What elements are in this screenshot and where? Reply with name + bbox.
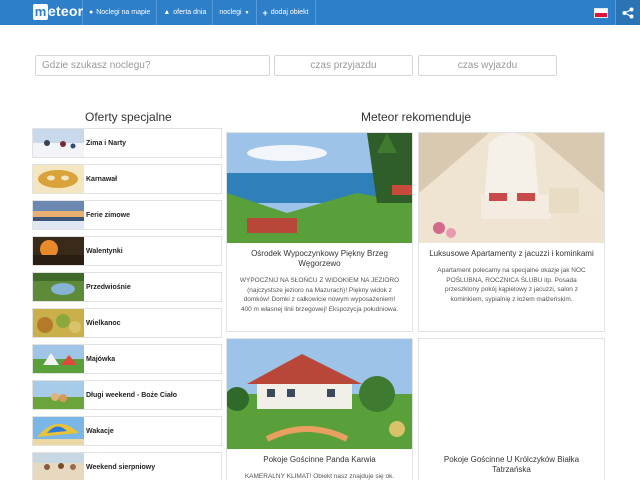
caret-down-icon: ▼: [244, 9, 250, 16]
nav-map-link[interactable]: ● Noclegi na mapie: [82, 0, 156, 25]
may-weekend-thumbnail: [33, 345, 84, 373]
offer-label: Przedwiośnie: [86, 283, 131, 291]
offer-label: Weekend sierpniowy: [86, 463, 156, 471]
offer-label: Zima i Narty: [86, 139, 127, 147]
recommendations-title: Meteor rekomenduje: [361, 110, 472, 124]
nav-add-label: dodaj obiekt: [270, 9, 309, 16]
nav-add-object-link[interactable]: + dodaj obiekt: [255, 0, 316, 25]
winter-holidays-thumbnail: [33, 201, 84, 229]
polish-flag-icon[interactable]: [594, 7, 608, 18]
august-beach-thumbnail: [33, 453, 84, 480]
offer-label: Karnawał: [86, 175, 118, 183]
nav-offer-of-day-link[interactable]: ▲ oferta dnia: [156, 0, 212, 25]
nav-noclegi-label: noclegi: [219, 9, 242, 16]
thumbs-up-icon: ▲: [163, 9, 171, 16]
offer-item-carnival[interactable]: Karnawał: [32, 164, 222, 194]
nav-offer-label: oferta dnia: [173, 9, 207, 16]
early-spring-thumbnail: [33, 273, 84, 301]
share-icon: [622, 7, 634, 18]
nav-noclegi-dropdown[interactable]: noclegi ▼: [212, 0, 255, 25]
top-navbar: m eteor ● Noclegi na mapie ▲ oferta dnia…: [0, 0, 640, 25]
valentines-sunset-thumbnail: [33, 237, 84, 265]
offer-label: Wakacje: [86, 427, 114, 435]
card-title: Luksusowe Apartamenty z jacuzzi i komink…: [429, 249, 594, 258]
offer-item-early-spring[interactable]: Przedwiośnie: [32, 272, 222, 302]
offer-label: Wielkanoc: [86, 319, 121, 327]
offer-label: Walentynki: [86, 247, 123, 255]
lake-resort-photo: [227, 133, 412, 243]
nav-map-label: Noclegi na mapie: [96, 9, 151, 16]
offer-label: Długi weekend - Boże Ciało: [86, 391, 178, 399]
easter-thumbnail: [33, 309, 84, 337]
offer-item-valentines[interactable]: Walentynki: [32, 236, 222, 266]
departure-placeholder: czas wyjazdu: [457, 60, 518, 71]
recommend-card[interactable]: Pokoje Gościnne U Królczyków Białka Tatr…: [418, 338, 605, 480]
map-marker-icon: ●: [89, 9, 94, 16]
special-offers-title: Oferty specjalne: [85, 110, 172, 124]
arrival-placeholder: czas przyjazdu: [310, 60, 377, 71]
offer-item-winter-holidays[interactable]: Ferie zimowe: [32, 200, 222, 230]
plus-icon: +: [262, 7, 268, 18]
departure-date-field[interactable]: czas wyjazdu: [418, 55, 557, 76]
guesthouse-garden-photo: [227, 339, 412, 449]
card-description: WYPOCZNIJ NA SŁOŃCU Z WIDOKIEM NA JEZIOR…: [239, 277, 400, 313]
search-input[interactable]: Gdzie szukasz noclegu?: [35, 55, 270, 76]
offer-item-summer[interactable]: Wakacje: [32, 416, 222, 446]
card-description: Apartament polecamy na specjalne okazje …: [437, 267, 586, 303]
card-title: Ośrodek Wypoczynkowy Piękny Brzeg Węgorz…: [251, 249, 388, 268]
offer-label: Ferie zimowe: [86, 211, 130, 219]
card-title: Pokoje Gościnne Panda Karwia: [263, 455, 376, 464]
recommend-card[interactable]: Pokoje Gościnne Panda Karwia KAMERALNY K…: [226, 338, 413, 480]
card-image-placeholder: [419, 339, 604, 449]
summer-umbrella-thumbnail: [33, 417, 84, 445]
card-description: KAMERALNY KLIMAT! Obiekt nasz znajduje s…: [244, 473, 395, 480]
offer-item-easter[interactable]: Wielkanoc: [32, 308, 222, 338]
long-weekend-thumbnail: [33, 381, 84, 409]
card-title: Pokoje Gościnne U Królczyków Białka Tatr…: [443, 455, 580, 474]
offer-item-winter[interactable]: Zima i Narty: [32, 128, 222, 158]
recommend-card[interactable]: Ośrodek Wypoczynkowy Piękny Brzeg Węgorz…: [226, 132, 413, 332]
logo-text: eteor: [48, 3, 84, 19]
arrival-date-field[interactable]: czas przyjazdu: [274, 55, 413, 76]
recommend-card[interactable]: Luksusowe Apartamenty z jacuzzi i komink…: [418, 132, 605, 332]
offer-item-august-weekend[interactable]: Weekend sierpniowy: [32, 452, 222, 480]
search-placeholder: Gdzie szukasz noclegu?: [42, 60, 151, 71]
offer-item-corpus-christi[interactable]: Długi weekend - Boże Ciało: [32, 380, 222, 410]
apartment-bedroom-photo: [419, 133, 604, 243]
carnival-mask-thumbnail: [33, 165, 84, 193]
offer-item-may-weekend[interactable]: Majówka: [32, 344, 222, 374]
logo-letter: m: [33, 4, 48, 20]
winter-ski-thumbnail: [33, 129, 84, 157]
meteor-logo[interactable]: m eteor: [0, 0, 84, 25]
offer-label: Majówka: [86, 355, 116, 363]
share-button[interactable]: [615, 0, 640, 25]
